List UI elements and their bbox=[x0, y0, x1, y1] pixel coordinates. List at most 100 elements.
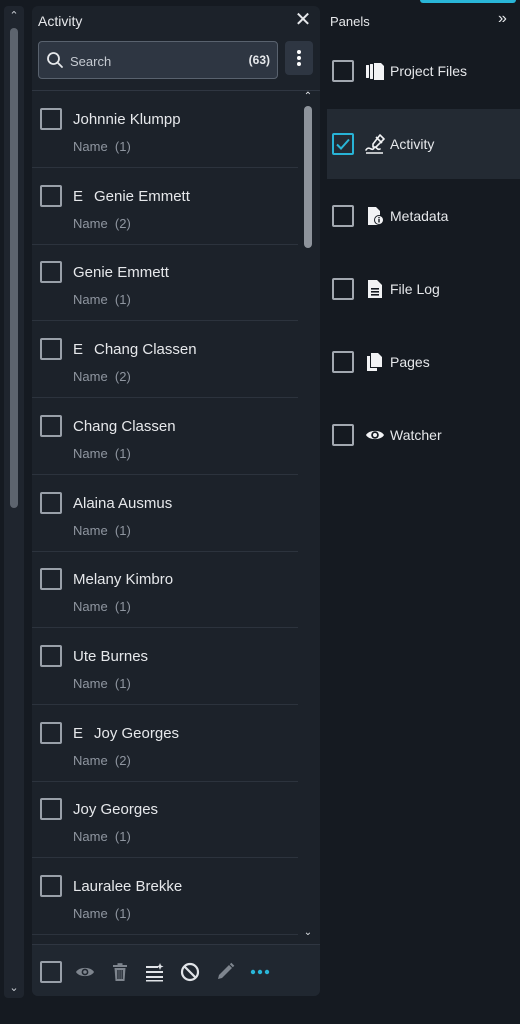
item-subtitle: Name (1) bbox=[73, 906, 131, 921]
item-subtitle: Name (1) bbox=[73, 445, 131, 461]
select-all-checkbox[interactable] bbox=[40, 961, 62, 983]
list-item[interactable]: E Genie Emmett Name (2) bbox=[32, 168, 298, 245]
list-item[interactable]: Lauralee Brekke Name (1) bbox=[32, 858, 298, 935]
activity-title: Activity bbox=[38, 13, 83, 29]
panel-checkbox[interactable] bbox=[332, 60, 354, 82]
pages-icon bbox=[365, 352, 385, 372]
panel-item-activity[interactable]: Activity bbox=[327, 108, 520, 179]
item-subtitle: Name (1) bbox=[73, 522, 131, 538]
item-checkbox[interactable] bbox=[40, 568, 62, 591]
activity-toolbar bbox=[32, 944, 320, 996]
item-subtitle: Name (1) bbox=[73, 675, 131, 691]
list-item[interactable]: Genie Emmett Name (1) bbox=[32, 244, 298, 322]
scroll-up-arrow-icon[interactable]: ⌃ bbox=[4, 8, 24, 24]
eye-icon[interactable] bbox=[74, 961, 96, 983]
item-name: Ute Burnes bbox=[73, 647, 149, 665]
panel-checkbox[interactable] bbox=[332, 350, 354, 373]
item-checkbox[interactable] bbox=[40, 414, 62, 437]
item-subtitle: Name (1) bbox=[73, 292, 131, 308]
panel-item-project-files[interactable]: Project Files bbox=[327, 36, 520, 106]
scrollbar-thumb[interactable] bbox=[10, 28, 18, 508]
pencil-icon[interactable] bbox=[214, 961, 236, 983]
collapse-panels-icon[interactable]: » bbox=[498, 10, 507, 28]
panel-item-file-log[interactable]: File Log bbox=[327, 254, 520, 324]
search-icon bbox=[47, 52, 63, 68]
list-scrollbar-thumb[interactable] bbox=[304, 106, 312, 248]
top-accent-bar bbox=[420, 0, 516, 3]
scroll-down-arrow-icon[interactable]: ⌄ bbox=[4, 980, 24, 996]
list-edit-icon[interactable] bbox=[144, 961, 166, 983]
more-options-button[interactable] bbox=[285, 41, 313, 75]
list-item[interactable]: Alaina Ausmus Name (1) bbox=[32, 475, 298, 552]
panel-item-watcher[interactable]: Watcher bbox=[327, 400, 520, 470]
item-name: Lauralee Brekke bbox=[73, 878, 183, 895]
item-prefix: E bbox=[73, 724, 84, 742]
list-scrollbar[interactable]: ⌃ ⌄ bbox=[300, 90, 316, 940]
list-item[interactable]: Johnnie Klumpp Name (1) bbox=[32, 91, 298, 168]
item-name: Chang Classen bbox=[94, 341, 197, 359]
panel-label: Project Files bbox=[390, 63, 468, 79]
item-name: Joy Georges bbox=[73, 801, 159, 819]
item-checkbox[interactable] bbox=[40, 184, 62, 207]
list-item[interactable]: Ute Burnes Name (1) bbox=[32, 628, 298, 705]
list-scroll-down-icon[interactable]: ⌄ bbox=[300, 926, 316, 940]
activity-list: Johnnie Klumpp Name (1) E Genie Emmett Name … bbox=[32, 90, 320, 940]
panel-item-metadata[interactable]: Metadata bbox=[327, 181, 520, 251]
item-checkbox[interactable] bbox=[40, 108, 62, 130]
item-subtitle: Name (1) bbox=[73, 599, 131, 615]
item-subtitle: Name (1) bbox=[73, 139, 131, 154]
item-name: Genie Emmett bbox=[94, 187, 190, 205]
item-checkbox[interactable] bbox=[40, 721, 62, 744]
item-name: Alaina Ausmus bbox=[73, 494, 173, 512]
search-box[interactable]: (63) bbox=[38, 41, 278, 79]
activity-header: Activity ✕ bbox=[32, 6, 320, 36]
panel-checkbox[interactable] bbox=[332, 205, 354, 228]
item-name: Genie Emmett bbox=[73, 264, 169, 282]
panel-checkbox[interactable] bbox=[332, 278, 354, 301]
panel-label: Pages bbox=[390, 353, 430, 370]
item-subtitle: Name (2) bbox=[73, 369, 131, 385]
item-subtitle: Name (2) bbox=[73, 752, 131, 768]
list-scroll-up-icon[interactable]: ⌃ bbox=[300, 90, 316, 104]
item-checkbox[interactable] bbox=[40, 491, 62, 514]
item-checkbox[interactable] bbox=[40, 798, 62, 821]
activity-signature-icon bbox=[365, 133, 385, 154]
item-prefix: E bbox=[73, 187, 84, 205]
panel-checkbox[interactable] bbox=[332, 423, 354, 446]
file-log-icon bbox=[365, 279, 385, 299]
panel-label: Activity bbox=[390, 135, 435, 152]
more-horizontal-icon[interactable] bbox=[249, 961, 271, 983]
item-checkbox[interactable] bbox=[40, 875, 62, 897]
panel-label: Metadata bbox=[390, 208, 449, 225]
window-scrollbar[interactable]: ⌃ ⌄ bbox=[4, 6, 24, 998]
list-item[interactable]: E Chang Classen Name (2) bbox=[32, 321, 298, 399]
item-name: Joy Georges bbox=[94, 724, 180, 742]
item-subtitle: Name (2) bbox=[73, 215, 131, 231]
item-name: Johnnie Klumpp bbox=[73, 111, 181, 128]
item-subtitle: Name (1) bbox=[73, 829, 131, 845]
block-icon[interactable] bbox=[179, 961, 201, 983]
eye-icon bbox=[365, 425, 385, 445]
checkmark-icon bbox=[336, 138, 350, 150]
close-icon[interactable]: ✕ bbox=[292, 9, 314, 31]
item-name: Chang Classen bbox=[73, 417, 176, 435]
project-files-icon bbox=[365, 61, 385, 81]
list-item[interactable]: Joy Georges Name (1) bbox=[32, 781, 298, 859]
list-item[interactable]: Chang Classen Name (1) bbox=[32, 398, 298, 475]
trash-icon[interactable] bbox=[109, 961, 131, 983]
list-item[interactable]: E Joy Georges Name (2) bbox=[32, 705, 298, 782]
item-checkbox[interactable] bbox=[40, 338, 62, 361]
item-checkbox[interactable] bbox=[40, 261, 62, 284]
item-name: Melany Kimbro bbox=[73, 571, 174, 589]
panel-label: Watcher bbox=[390, 426, 442, 443]
item-prefix: E bbox=[73, 341, 84, 359]
search-input[interactable] bbox=[70, 51, 230, 71]
list-item[interactable]: Melany Kimbro Name (1) bbox=[32, 551, 298, 629]
panel-item-pages[interactable]: Pages bbox=[327, 327, 520, 397]
metadata-icon bbox=[365, 206, 385, 226]
search-result-count: (63) bbox=[248, 53, 270, 67]
panels-title: Panels bbox=[330, 14, 370, 29]
panel-label: File Log bbox=[390, 281, 440, 298]
item-checkbox[interactable] bbox=[40, 644, 62, 667]
panel-checkbox[interactable] bbox=[332, 132, 354, 155]
